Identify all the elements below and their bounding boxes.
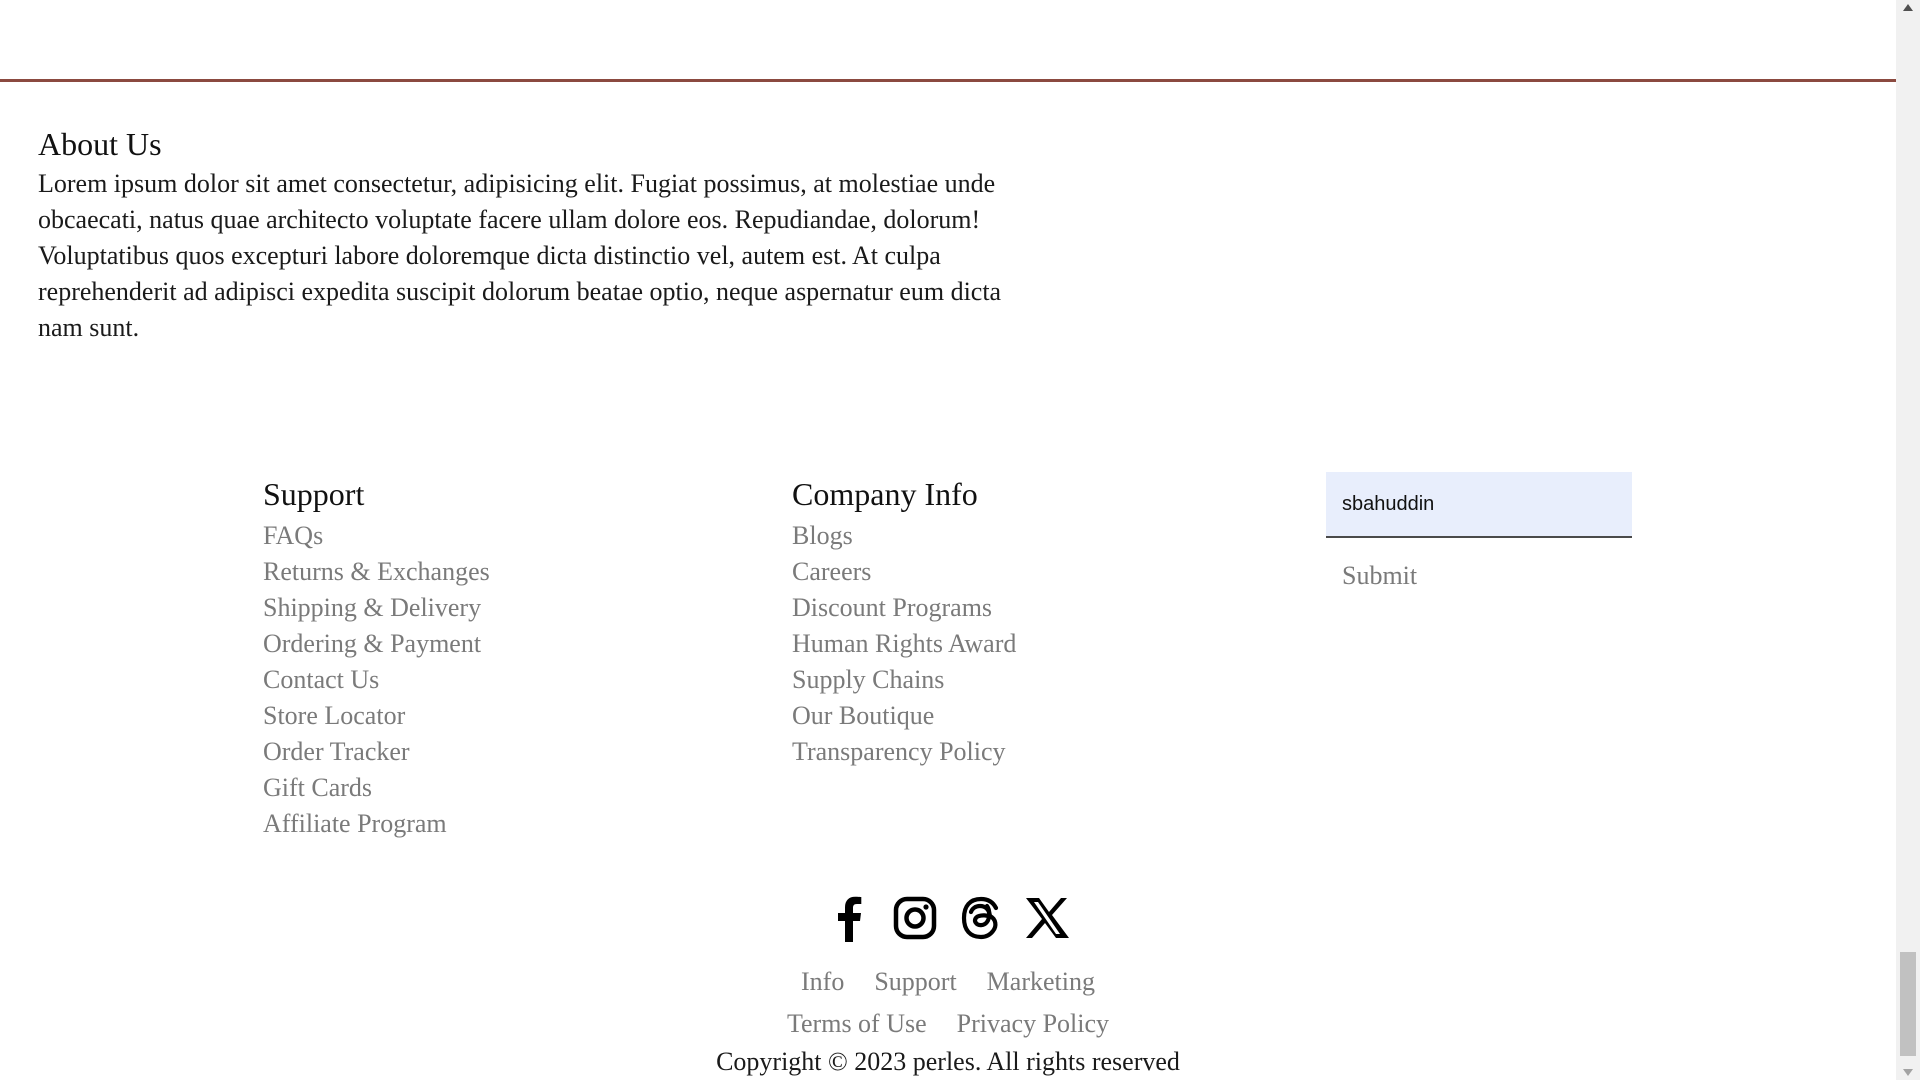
threads-icon[interactable] [957,890,1005,946]
support-title: Support [263,476,365,512]
copyright-text: Copyright © 2023 perles. All rights rese… [716,1047,1180,1076]
about-title: About Us [38,126,162,162]
company-link-supply-chains[interactable]: Supply Chains [792,662,1016,698]
scroll-down-icon[interactable] [1903,1069,1913,1076]
support-link-contact[interactable]: Contact Us [263,662,490,698]
submit-button[interactable]: Submit [1326,558,1433,594]
footer-links-legal: Terms of Use Privacy Policy [0,1006,1896,1042]
header-divider [0,79,1896,82]
newsletter-form: Submit [1326,472,1632,594]
footer-links-primary: Info Support Marketing [0,964,1896,1000]
support-column: Support FAQs Returns & Exchanges Shippin… [263,472,490,842]
support-links: FAQs Returns & Exchanges Shipping & Deli… [263,518,490,842]
vertical-scrollbar[interactable] [1896,0,1920,1080]
social-icons [0,890,1896,946]
footer-link-terms[interactable]: Terms of Use [787,1006,927,1042]
facebook-icon[interactable] [825,890,873,946]
support-link-ordering[interactable]: Ordering & Payment [263,626,490,662]
support-link-gift-cards[interactable]: Gift Cards [263,770,490,806]
instagram-icon[interactable] [891,890,939,946]
footer-link-privacy[interactable]: Privacy Policy [957,1006,1109,1042]
company-column: Company Info Blogs Careers Discount Prog… [792,472,1016,770]
support-link-shipping[interactable]: Shipping & Delivery [263,590,490,626]
support-link-returns[interactable]: Returns & Exchanges [263,554,490,590]
company-link-blogs[interactable]: Blogs [792,518,1016,554]
scrollbar-thumb[interactable] [1900,952,1916,1056]
scroll-up-icon[interactable] [1903,4,1913,11]
company-link-discount[interactable]: Discount Programs [792,590,1016,626]
about-section: About Us Lorem ipsum dolor sit amet cons… [38,124,1038,346]
company-title: Company Info [792,476,978,512]
x-icon[interactable] [1023,890,1071,946]
page: About Us Lorem ipsum dolor sit amet cons… [0,0,1896,1080]
newsletter-input[interactable] [1326,472,1632,538]
footer-link-marketing[interactable]: Marketing [987,964,1095,1000]
company-link-transparency[interactable]: Transparency Policy [792,734,1016,770]
support-link-order-tracker[interactable]: Order Tracker [263,734,490,770]
company-links: Blogs Careers Discount Programs Human Ri… [792,518,1016,770]
company-link-careers[interactable]: Careers [792,554,1016,590]
support-link-faqs[interactable]: FAQs [263,518,490,554]
footer-link-info[interactable]: Info [801,964,844,1000]
support-link-store-locator[interactable]: Store Locator [263,698,490,734]
company-link-boutique[interactable]: Our Boutique [792,698,1016,734]
company-link-human-rights[interactable]: Human Rights Award [792,626,1016,662]
support-link-affiliate[interactable]: Affiliate Program [263,806,490,842]
footer-link-support[interactable]: Support [874,964,956,1000]
about-body: Lorem ipsum dolor sit amet consectetur, … [38,169,1002,342]
